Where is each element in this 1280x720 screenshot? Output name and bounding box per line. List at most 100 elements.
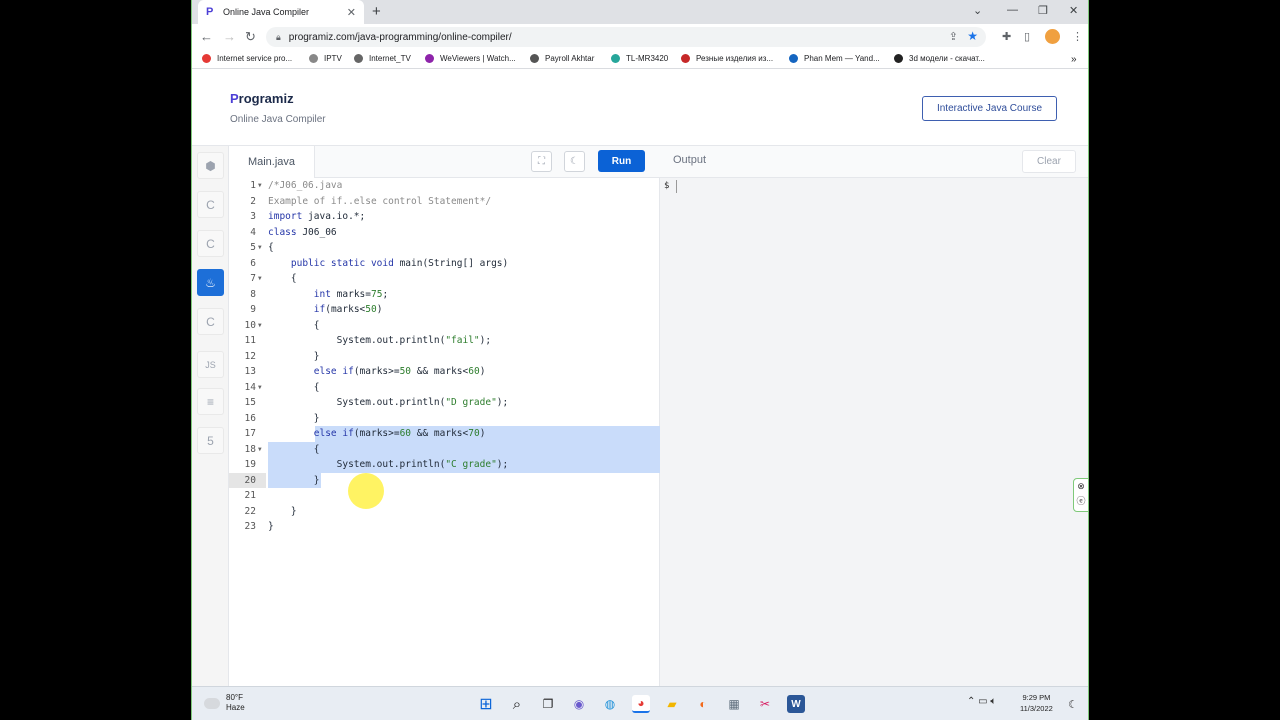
code-line[interactable]: 18 ▼ { [229, 441, 660, 458]
code-line[interactable]: 5 ▼ { [229, 240, 660, 256]
chat-icon[interactable]: ◉ [570, 695, 588, 713]
close-tab-icon[interactable]: ✕ [347, 6, 356, 19]
notifications-icon[interactable]: ☾ [1064, 695, 1082, 713]
minimize-icon[interactable]: — [1007, 4, 1018, 16]
file-explorer-icon[interactable]: ▰ [663, 695, 681, 713]
csharp-language-icon[interactable]: C [197, 308, 224, 335]
java-language-icon[interactable]: ♨ [197, 269, 224, 296]
code-editor[interactable]: 1 ▼/*J06_06.java 2 Example of if..else cont… [229, 178, 660, 686]
code-line[interactable]: 15 System.out.println("D grade"); [229, 395, 660, 411]
code-line[interactable]: 22 } [229, 504, 660, 520]
back-icon[interactable]: ← [200, 29, 213, 44]
lock-icon[interactable]: 🔒︎ [276, 32, 281, 43]
code-line[interactable]: 17 else if(marks>=60 && marks<70) [229, 426, 660, 442]
c-language-icon[interactable]: C [197, 191, 224, 218]
programiz-logo[interactable]: Programiz [230, 91, 294, 106]
code-line[interactable]: 4 class J06_06 [229, 225, 660, 241]
fold-arrow-icon[interactable]: ▼ [258, 380, 262, 396]
restore-icon[interactable]: ❐ [1038, 4, 1048, 17]
bookmark-item[interactable]: IPTV [309, 54, 342, 63]
firefox-icon[interactable]: ◐ [694, 695, 712, 713]
code-line[interactable]: 16 } [229, 411, 660, 427]
calculator-icon[interactable]: ▦ [725, 695, 743, 713]
code-line[interactable]: 21 [229, 488, 660, 504]
bookmark-item[interactable]: Payroll Akhtar [530, 54, 594, 63]
close-circle-icon[interactable]: ⊗ [1074, 479, 1088, 494]
cpp-language-icon[interactable]: C [197, 230, 224, 257]
bookmark-item[interactable]: WeViewers | Watch... [425, 54, 516, 63]
fold-arrow-icon[interactable]: ▼ [258, 240, 262, 256]
dark-mode-moon-icon[interactable]: ☾ [564, 151, 585, 172]
code-line[interactable]: 10 ▼ { [229, 318, 660, 334]
file-tab[interactable]: Main.java [229, 146, 315, 178]
code-line[interactable]: 1 ▼ /*J06_06.java [229, 178, 660, 194]
line-number: 14 [244, 381, 256, 393]
edge-browser-icon[interactable]: ◍ [601, 695, 619, 713]
windows-start-icon[interactable]: ⊞ [477, 695, 495, 713]
code-text: else if(marks>=60 && marks<70) [313, 428, 486, 439]
edge-e-icon[interactable]: ⓔ [1074, 494, 1088, 509]
code-line[interactable]: 19 System.out.println("C grade"); [229, 457, 660, 473]
line-number: 8 [250, 288, 256, 300]
fold-arrow-icon[interactable]: ▼ [258, 178, 262, 194]
code-line[interactable]: 20 } [229, 472, 660, 488]
code-line[interactable]: 13 else if(marks>=50 && marks<60) [229, 364, 660, 380]
fold-arrow-icon[interactable]: ▼ [258, 442, 262, 458]
code-line[interactable]: 11 System.out.println("fail"); [229, 333, 660, 349]
forward-icon[interactable]: → [223, 29, 236, 44]
code-line[interactable]: 3 import java.io.*; [229, 209, 660, 225]
fold-arrow-icon[interactable]: ▼ [258, 318, 262, 334]
python-language-icon[interactable]: ⬢ [197, 152, 224, 179]
more-bookmarks-icon[interactable]: » [1071, 54, 1077, 65]
menu-kebab-icon[interactable]: ⋮ [1072, 30, 1083, 43]
bookmark-item[interactable]: Резные изделия из... [681, 54, 773, 63]
code-line[interactable]: 7 ▼ { [229, 271, 660, 287]
address-bar[interactable]: 🔒︎ programiz.com/java-programming/online… [266, 27, 986, 47]
chrome-browser-icon[interactable]: ◕ [632, 695, 650, 713]
weather-widget[interactable]: 80°F Haze [204, 693, 245, 713]
bookmark-item[interactable]: Phan Mem — Yand... [789, 54, 880, 63]
side-widget[interactable]: ⊗ ⓔ [1073, 478, 1088, 512]
line-number: 9 [250, 304, 256, 315]
new-tab-button[interactable]: + [372, 3, 381, 20]
code-line[interactable]: 14 ▼ { [229, 380, 660, 396]
bookmarks-bar: Internet service pro... IPTV Internet_TV… [192, 50, 1088, 69]
side-panel-icon[interactable]: ▯ [1024, 30, 1030, 43]
fold-arrow-icon[interactable]: ▼ [258, 271, 262, 287]
javascript-language-icon[interactable]: JS [197, 351, 224, 378]
extensions-icon[interactable]: ✚ [1002, 30, 1011, 43]
browser-tab[interactable]: P Online Java Compiler ✕ [198, 0, 364, 24]
share-icon[interactable]: ⇪ [949, 30, 958, 43]
reload-icon[interactable]: ↻ [245, 29, 256, 45]
close-window-icon[interactable]: ✕ [1069, 4, 1078, 17]
snipping-tool-icon[interactable]: ✂ [756, 695, 774, 713]
bookmark-item[interactable]: TL-MR3420 [611, 54, 668, 63]
task-view-icon[interactable]: ❐ [539, 695, 557, 713]
sql-database-icon[interactable]: ≡ [197, 388, 224, 415]
code-line[interactable]: 12 } [229, 349, 660, 365]
volume-icon[interactable]: 🔈︎ [990, 696, 996, 707]
bookmark-item[interactable]: Internet service pro... [202, 54, 292, 63]
word-icon[interactable]: W [787, 695, 805, 713]
code-line[interactable]: 9 if(marks<50) [229, 302, 660, 318]
html5-language-icon[interactable]: 5 [197, 427, 224, 454]
chevron-up-icon[interactable]: ⌃ [967, 696, 975, 707]
clear-button[interactable]: Clear [1022, 150, 1076, 173]
code-line[interactable]: 6 public static void main(String[] args) [229, 256, 660, 272]
taskbar-clock[interactable]: 9:29 PM 11/3/2022 [1020, 692, 1053, 714]
bookmark-item[interactable]: 3d модели - скачат... [894, 54, 985, 63]
output-console[interactable]: $ [660, 178, 1088, 686]
code-line[interactable]: 8 int marks=75; [229, 287, 660, 303]
fullscreen-icon[interactable]: ⛶ [531, 151, 552, 172]
search-icon[interactable]: ⌕ [508, 695, 526, 713]
interactive-java-course-button[interactable]: Interactive Java Course [922, 96, 1057, 121]
run-button[interactable]: Run [598, 150, 645, 172]
bookmark-item[interactable]: Internet_TV [354, 54, 411, 63]
network-icon[interactable]: ▭ [978, 696, 987, 707]
chevron-down-icon[interactable]: ⌄ [973, 4, 982, 17]
system-tray[interactable]: ⌃ ▭ 🔈︎ [967, 696, 996, 707]
code-line[interactable]: 23} [229, 519, 660, 535]
bookmark-star-icon[interactable]: ★ [967, 29, 978, 43]
profile-avatar[interactable] [1045, 29, 1060, 44]
code-line[interactable]: 2 Example of if..else control Statement*/ [229, 194, 660, 210]
